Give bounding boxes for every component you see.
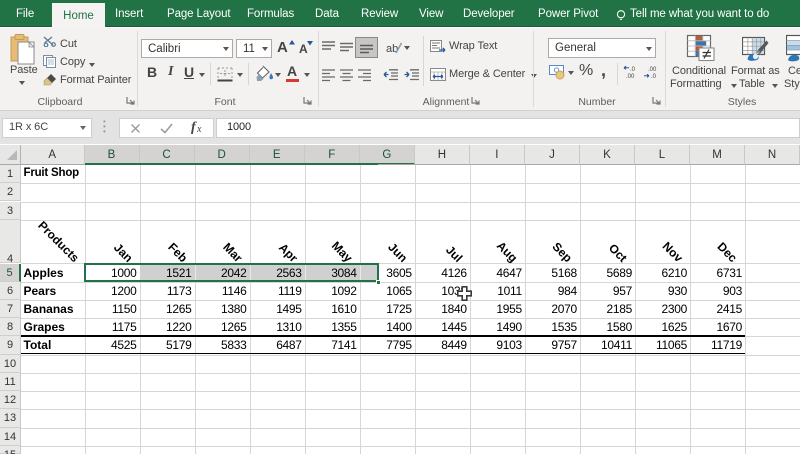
svg-text:.00: .00 xyxy=(626,74,635,80)
svg-text:.0: .0 xyxy=(651,74,657,80)
svg-text:.0: .0 xyxy=(630,67,636,73)
svg-text:.00: .00 xyxy=(648,67,657,73)
